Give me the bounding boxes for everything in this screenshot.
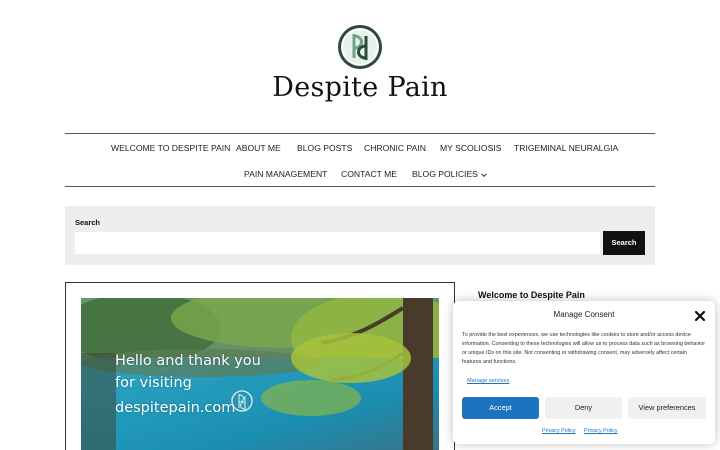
nav-item-blog-policies[interactable]: BLOG POLICIES bbox=[412, 169, 488, 179]
consent-message: To provide the best experiences, we use … bbox=[462, 332, 706, 365]
nav-item-pain-management[interactable]: PAIN MANAGEMENT bbox=[244, 169, 327, 179]
lake-scene-image bbox=[81, 298, 439, 450]
search-label: Search bbox=[75, 218, 101, 227]
main-nav: WELCOME TO DESPITE PAIN ABOUT ME BLOG PO… bbox=[65, 133, 655, 187]
chevron-down-icon bbox=[481, 173, 487, 177]
view-preferences-button[interactable]: View preferences bbox=[628, 397, 706, 419]
search-widget: Search Search bbox=[65, 206, 655, 265]
cookie-consent-dialog: Manage Consent To provide the best exper… bbox=[453, 301, 715, 444]
hello-line-2: for visiting bbox=[115, 375, 192, 391]
site-logo[interactable] bbox=[337, 24, 383, 70]
site-title[interactable]: Despite Pain bbox=[0, 72, 720, 103]
privacy-policy-link-2[interactable]: Privacy Policy bbox=[584, 428, 618, 434]
featured-post-card: Hello and thank you for visiting despite… bbox=[65, 282, 455, 450]
close-icon bbox=[694, 310, 706, 322]
hello-line-1: Hello and thank you bbox=[115, 353, 261, 369]
nav-item-my-scoliosis[interactable]: MY SCOLIOSIS bbox=[440, 143, 501, 153]
privacy-policy-link-1[interactable]: Privacy Policy bbox=[542, 428, 576, 434]
nav-item-chronic-pain[interactable]: CHRONIC PAIN bbox=[364, 143, 426, 153]
nav-item-trigeminal-neuralgia[interactable]: TRIGEMINAL NEURALGIA bbox=[514, 143, 618, 153]
accept-button[interactable]: Accept bbox=[462, 397, 539, 419]
dp-logo-icon bbox=[338, 25, 382, 69]
manage-services-link[interactable]: Manage services bbox=[467, 378, 509, 384]
nav-item-contact[interactable]: CONTACT ME bbox=[341, 169, 397, 179]
nav-item-blog-policies-label: BLOG POLICIES bbox=[412, 169, 478, 179]
search-input[interactable] bbox=[75, 232, 600, 254]
sidebar-widget-title: Welcome to Despite Pain bbox=[478, 290, 585, 300]
nav-item-blog-posts[interactable]: BLOG POSTS bbox=[297, 143, 352, 153]
featured-image[interactable]: Hello and thank you for visiting despite… bbox=[81, 298, 439, 450]
hello-line-3: despitepain.com bbox=[115, 400, 236, 416]
search-button[interactable]: Search bbox=[603, 231, 645, 255]
deny-button[interactable]: Deny bbox=[545, 397, 622, 419]
close-button[interactable] bbox=[694, 309, 706, 322]
nav-item-welcome[interactable]: WELCOME TO DESPITE PAIN bbox=[111, 143, 230, 153]
consent-title: Manage Consent bbox=[553, 310, 615, 319]
nav-item-about[interactable]: ABOUT ME bbox=[236, 143, 281, 153]
